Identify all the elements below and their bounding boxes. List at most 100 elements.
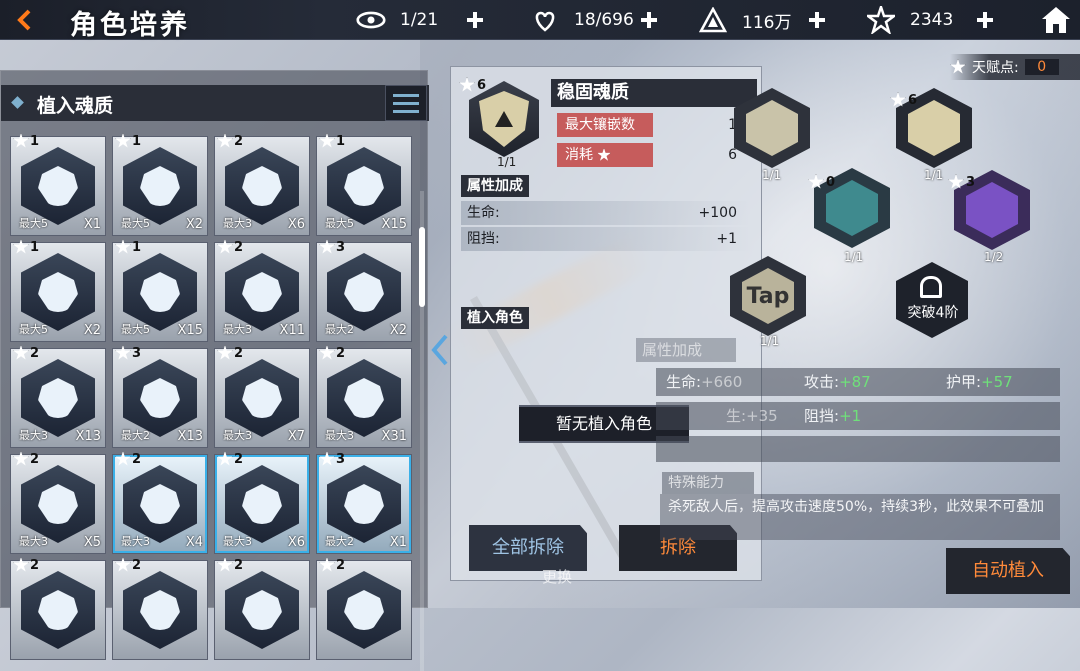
soul-tile[interactable]: 2: [112, 557, 208, 660]
resource-eye: 1/21: [356, 0, 488, 40]
soul-name: 稳固魂质: [551, 79, 757, 107]
soul-emblem-icon: [21, 571, 95, 649]
soul-tile[interactable]: 1 最大5 X15: [112, 239, 208, 342]
node-fraction: 1/1: [760, 334, 780, 348]
soul-tile[interactable]: 2 最大3 X6: [214, 451, 310, 554]
tile-count: X4: [185, 535, 203, 550]
soul-tile[interactable]: 2: [214, 557, 310, 660]
star-badge-icon: [866, 5, 896, 35]
tile-max: 最大3: [223, 429, 252, 442]
level-value: 3: [336, 239, 346, 255]
list-menu-button[interactable]: [385, 85, 427, 121]
soul-tile[interactable]: 1 最大5 X1: [10, 133, 106, 236]
soul-emblem-icon: [21, 253, 95, 331]
auto-implant-button[interactable]: 自动植入: [946, 548, 1070, 594]
soul-tile[interactable]: 3 最大2 X1: [316, 451, 412, 554]
soul-tile[interactable]: 1 最大5 X2: [112, 133, 208, 236]
resource-value: 1/21: [400, 10, 439, 30]
soul-tile[interactable]: 2 最大3 X5: [10, 451, 106, 554]
soul-emblem-icon: [327, 571, 401, 649]
add-crystal-button[interactable]: [804, 7, 830, 33]
resource-value: 116万: [742, 12, 792, 33]
soul-tile[interactable]: 1 最大5 X2: [10, 239, 106, 342]
add-eye-button[interactable]: [462, 7, 488, 33]
star-icon: [459, 77, 475, 92]
scrollbar-thumb[interactable]: [419, 227, 425, 307]
tile-max: 最大5: [325, 217, 354, 230]
resource-heart: 18/696: [530, 0, 662, 40]
attr-value: +100: [698, 205, 737, 221]
soul-emblem-icon: [225, 147, 299, 225]
home-button[interactable]: [1040, 4, 1072, 36]
tile-max: 最大3: [223, 217, 252, 230]
node-level: 0: [808, 174, 835, 190]
soul-tile[interactable]: 3 最大2 X2: [316, 239, 412, 342]
tile-max: 最大2: [325, 535, 354, 548]
add-heart-button[interactable]: [636, 7, 662, 33]
level-value: 6: [477, 77, 487, 93]
tile-level: 3: [115, 345, 141, 361]
star-icon: [13, 345, 29, 360]
level-value: 2: [234, 345, 244, 361]
tile-max: 最大3: [19, 535, 48, 548]
armor-stat: 护甲:+57: [946, 368, 1013, 396]
star-icon: [890, 92, 906, 107]
tile-level: 1: [13, 133, 39, 149]
level-value: 1: [30, 239, 40, 255]
talent-points: 天赋点: 0: [950, 54, 1080, 80]
tile-count: X2: [185, 217, 203, 232]
breakthrough-label: 突破4阶: [907, 305, 959, 321]
back-button[interactable]: [6, 4, 44, 36]
soul-emblem-icon: [225, 253, 299, 331]
soul-tile[interactable]: 2 最大3 X11: [214, 239, 310, 342]
panel-title: 植入魂质: [37, 95, 114, 117]
star-icon: [115, 133, 131, 148]
talent-value: 0: [1024, 59, 1059, 75]
attr-value: +1: [716, 231, 737, 247]
tile-level: 2: [13, 345, 39, 361]
soul-tile[interactable]: 2 最大3 X13: [10, 345, 106, 448]
level-value: 3: [336, 451, 346, 467]
soul-tile[interactable]: 2 最大3 X6: [214, 133, 310, 236]
tile-count: X2: [389, 323, 407, 338]
attr-summary-row: 生:+35 阻挡:+1: [656, 402, 1060, 430]
star-icon: [217, 239, 233, 254]
level-value: 2: [132, 557, 142, 573]
max-slots-label: 最大镶嵌数: [557, 113, 653, 137]
tile-level: 1: [115, 239, 141, 255]
atk-stat: 攻击:+87: [804, 368, 871, 396]
soul-tile[interactable]: 1 最大5 X15: [316, 133, 412, 236]
soul-emblem-icon: [327, 253, 401, 331]
soul-emblem-icon: [225, 359, 299, 437]
level-value: 2: [336, 345, 346, 361]
soul-tile[interactable]: 3 最大2 X13: [112, 345, 208, 448]
detail-level: 6: [459, 77, 486, 93]
collapse-panel-button[interactable]: [426, 330, 454, 370]
soul-emblem-icon: [21, 359, 95, 437]
star-icon: [948, 174, 964, 189]
special-ability-title: 特殊能力: [662, 472, 754, 494]
soul-tile[interactable]: 2: [10, 557, 106, 660]
node-fraction: 1/1: [762, 168, 782, 182]
soul-tile[interactable]: 2 最大3 X4: [112, 451, 208, 554]
atk-label: 攻击:: [804, 373, 840, 391]
eye-icon: [356, 5, 386, 35]
attr-summary-row: 生命:+660 攻击:+87 护甲:+57: [656, 368, 1060, 396]
level-value: 1: [336, 133, 346, 149]
block-value: +1: [839, 407, 862, 425]
soul-emblem-icon: [123, 253, 197, 331]
soul-tile[interactable]: 2 最大3 X7: [214, 345, 310, 448]
soul-emblem-icon: [327, 147, 401, 225]
chevron-left-icon: [17, 9, 31, 31]
star-icon: [13, 557, 29, 572]
star-icon: [115, 557, 131, 572]
star-icon: [319, 133, 335, 148]
soul-tile[interactable]: 2 最大3 X31: [316, 345, 412, 448]
extra-label: 生:: [726, 407, 747, 425]
tile-count: X15: [177, 323, 203, 338]
tile-max: 最大5: [121, 217, 150, 230]
soul-tile[interactable]: 2: [316, 557, 412, 660]
add-star-button[interactable]: [972, 7, 998, 33]
remove-all-button[interactable]: 全部拆除: [469, 525, 587, 571]
attr-section-label: 属性加成: [461, 175, 529, 197]
